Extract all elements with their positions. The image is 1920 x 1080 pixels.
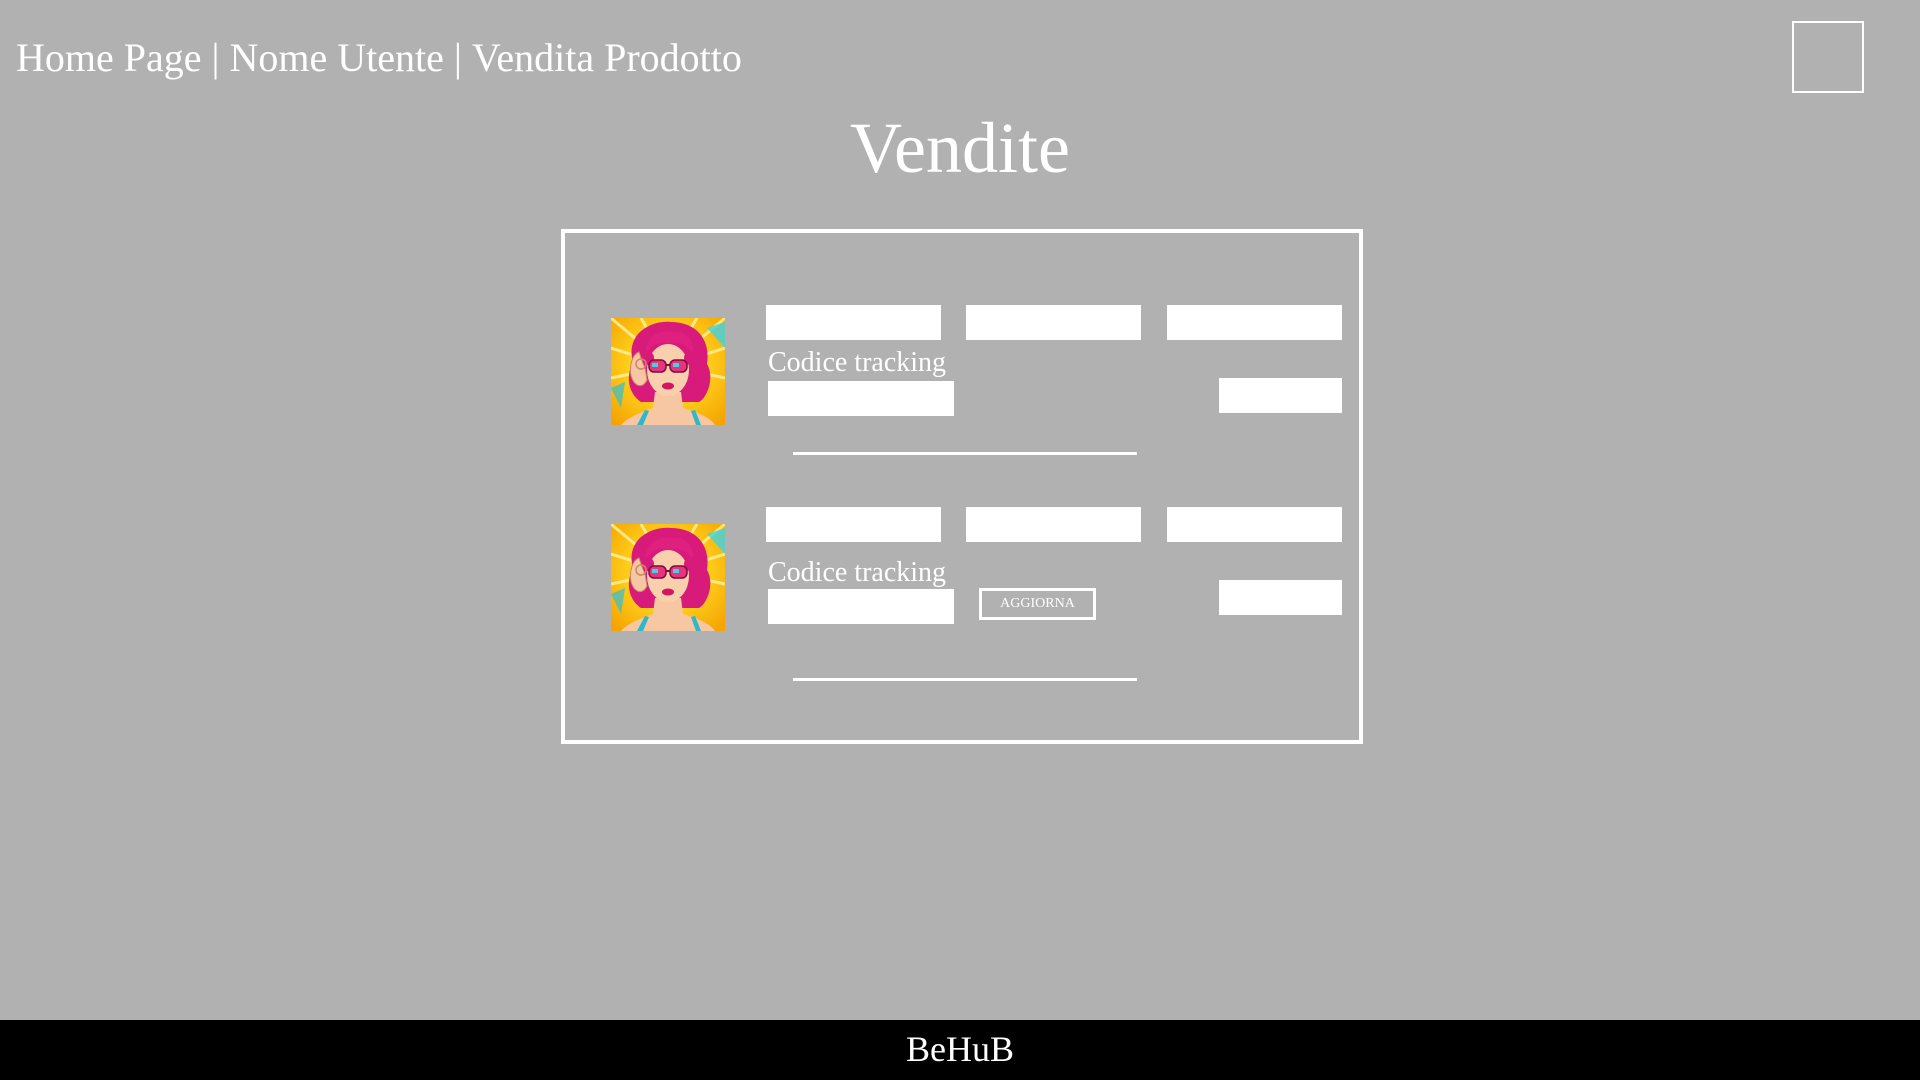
sale-field-1 — [766, 305, 941, 340]
tracking-code-label: Codice tracking — [768, 347, 947, 378]
footer: BeHuB — [0, 1020, 1920, 1080]
breadcrumb-user-link[interactable]: Nome Utente — [230, 35, 444, 80]
tracking-code-input[interactable] — [768, 381, 954, 416]
sale-row: Codice tracking AGGIORNA — [565, 507, 1359, 687]
breadcrumb-separator: | — [453, 35, 462, 80]
row-divider — [793, 678, 1137, 681]
product-avatar-icon — [611, 524, 725, 631]
sale-field-2 — [966, 305, 1141, 340]
breadcrumb-separator: | — [211, 35, 220, 80]
sale-field-4 — [1219, 580, 1342, 615]
sale-field-3 — [1167, 305, 1342, 340]
sale-row: Codice tracking — [565, 305, 1359, 485]
breadcrumb-home-link[interactable]: Home Page — [16, 35, 202, 80]
sale-field-1 — [766, 507, 941, 542]
user-menu-button[interactable] — [1792, 21, 1864, 93]
tracking-code-input[interactable] — [768, 589, 954, 624]
tracking-code-label: Codice tracking — [768, 557, 947, 588]
update-button[interactable]: AGGIORNA — [979, 588, 1096, 620]
sales-panel: Codice tracking Codice tracking AGGIORNA — [561, 229, 1363, 744]
row-divider — [793, 452, 1137, 455]
product-avatar-icon — [611, 318, 725, 425]
page-title: Vendite — [850, 108, 1070, 188]
page: Home Page | Nome Utente | Vendita Prodotto V… — [0, 0, 1920, 1080]
breadcrumb: Home Page | Nome Utente | Vendita Prodotto — [16, 34, 742, 82]
footer-brand: BeHuB — [906, 1029, 1014, 1069]
sale-field-2 — [966, 507, 1141, 542]
sale-field-3 — [1167, 507, 1342, 542]
sale-field-4 — [1219, 378, 1342, 413]
breadcrumb-sell-product-link[interactable]: Vendita Prodotto — [472, 35, 742, 80]
